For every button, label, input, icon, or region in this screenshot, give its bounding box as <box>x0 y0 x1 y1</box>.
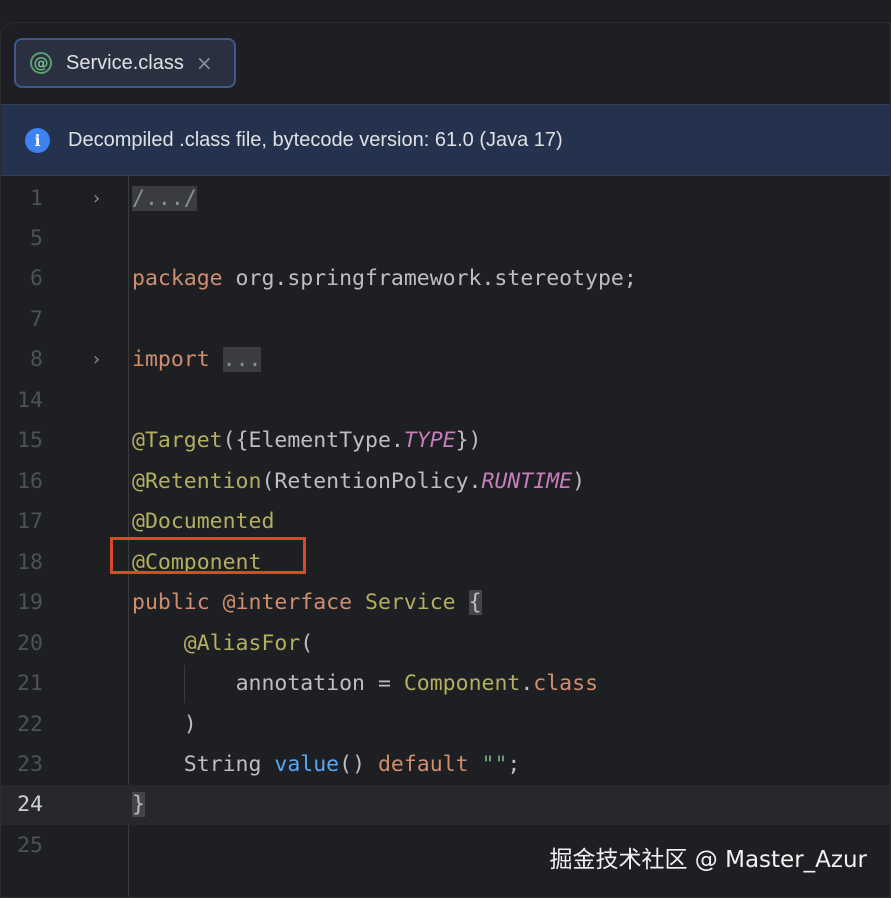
code-line-5: 5 <box>1 219 890 259</box>
line-number: 23 <box>17 752 43 777</box>
fold-chevron-icon[interactable]: › <box>91 340 102 380</box>
editor-window: @ Service.class × i Decompiled .class fi… <box>0 22 891 898</box>
annotation: @Retention <box>132 469 262 494</box>
keyword: package <box>132 266 223 291</box>
line-number: 15 <box>17 428 43 453</box>
line-number: 1 <box>30 186 43 211</box>
line-number: 19 <box>17 590 43 615</box>
code-text: String <box>183 752 275 777</box>
keyword: public <box>132 590 210 615</box>
annotation: @AliasFor <box>183 631 301 656</box>
line-number: 8 <box>30 347 43 372</box>
code-text: ; <box>507 752 521 777</box>
line-number: 24 <box>17 792 43 817</box>
code-line-24: 24 } <box>1 785 890 825</box>
watermark: 掘金技术社区 @ Master_Azur <box>549 847 867 873</box>
code-line-20: 20 @AliasFor( <box>1 624 890 664</box>
line-number: 22 <box>17 712 43 737</box>
package-name: org.springframework.stereotype; <box>222 266 637 291</box>
annotation-icon: @ <box>30 52 52 74</box>
keyword: import <box>132 347 210 372</box>
type-name: Service <box>352 590 469 615</box>
code-text: () <box>339 752 378 777</box>
code-line-1: 1 › /.../ <box>1 179 890 219</box>
close-icon[interactable]: × <box>196 51 213 75</box>
line-number: 20 <box>17 631 43 656</box>
method-name: value <box>274 752 340 777</box>
code-text: (RetentionPolicy. <box>261 469 482 494</box>
line-number: 6 <box>30 266 43 291</box>
code-line-14: 14 <box>1 381 890 421</box>
code-text: ) <box>572 469 586 494</box>
line-number: 5 <box>30 226 43 251</box>
code-line-19: 19 public @interface Service { <box>1 583 890 623</box>
code-text: }) <box>455 428 482 453</box>
line-number: 16 <box>17 469 43 494</box>
code-line-8: 8 › import ... <box>1 340 890 380</box>
annotation: @Documented <box>132 509 275 534</box>
component-highlight-box <box>110 537 306 574</box>
matched-brace: } <box>132 792 145 817</box>
line-number: 7 <box>30 307 43 332</box>
code-text: annotation = <box>235 671 404 696</box>
keyword: class <box>533 671 599 696</box>
class-ref: Component <box>403 671 521 696</box>
enum-constant: RUNTIME <box>481 469 573 494</box>
code-line-6: 6 package org.springframework.stereotype… <box>1 259 890 299</box>
line-number: 18 <box>17 550 43 575</box>
code-line-21: 21 annotation = Component.class <box>1 664 890 704</box>
code-line-17: 17 @Documented <box>1 502 890 542</box>
code-line-23: 23 String value() default ""; <box>1 745 890 785</box>
folded-imports[interactable]: ... <box>222 347 262 372</box>
code-text: ) <box>183 712 197 737</box>
string-literal: "" <box>481 752 508 777</box>
banner-text: Decompiled .class file, bytecode version… <box>68 128 563 151</box>
line-number: 17 <box>17 509 43 534</box>
code-line-22: 22 ) <box>1 705 890 745</box>
annotation: @Target <box>132 428 223 453</box>
code-line-7: 7 <box>1 300 890 340</box>
info-icon: i <box>25 127 50 153</box>
line-number: 25 <box>17 833 43 858</box>
folded-header[interactable]: /.../ <box>132 186 197 211</box>
code-line-15: 15 @Target({ElementType.TYPE}) <box>1 421 890 461</box>
keyword: default <box>377 752 469 777</box>
code-text: ( <box>300 631 314 656</box>
matched-brace: { <box>468 590 482 615</box>
line-number: 14 <box>17 388 43 413</box>
code-text: ({ElementType. <box>222 428 404 453</box>
tab-bar: @ Service.class × <box>1 23 890 103</box>
tab-service-class[interactable]: @ Service.class × <box>14 38 236 88</box>
line-number: 21 <box>17 671 43 696</box>
fold-chevron-icon[interactable]: › <box>91 179 102 219</box>
decompiled-banner: i Decompiled .class file, bytecode versi… <box>1 104 890 176</box>
keyword: @interface <box>222 590 353 615</box>
enum-constant: TYPE <box>403 428 456 453</box>
tab-label: Service.class <box>66 51 184 74</box>
code-text: . <box>520 671 534 696</box>
code-line-16: 16 @Retention(RetentionPolicy.RUNTIME) <box>1 462 890 502</box>
